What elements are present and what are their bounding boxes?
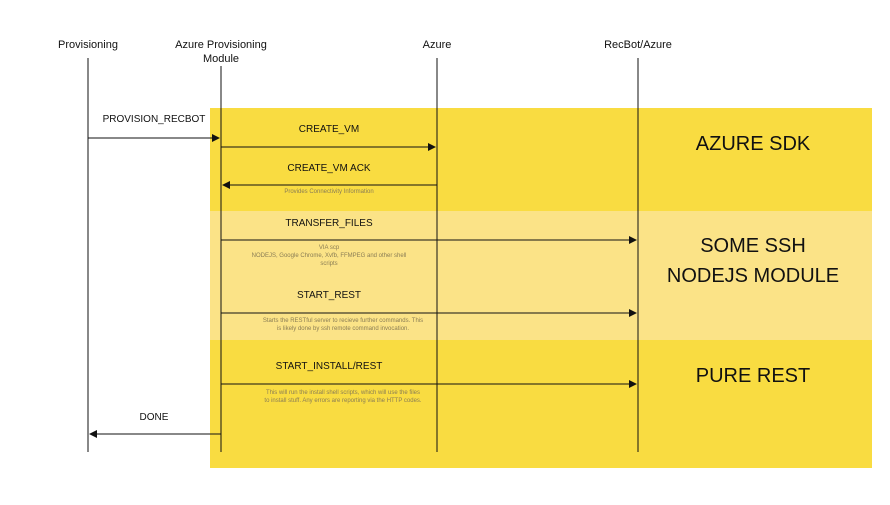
note-start-rest-line-2: is likely done by ssh remote command inv… [276,326,410,332]
label-provision-recbot: PROVISION_RECBOT [102,114,206,125]
note-install-line-2: to install stuff. Any errors are reporti… [264,398,422,404]
participant-recbot-azure: RecBot/Azure [604,39,672,51]
note-start-rest-line-1: Starts the RESTful server to recieve fur… [262,318,424,324]
section-title-nodejs-module: NODEJS MODULE [666,265,840,287]
label-transfer-files: TRANSFER_FILES [285,218,373,229]
label-start-rest: START_REST [296,290,362,301]
section-title-azure-sdk: AZURE SDK [695,133,811,155]
note-create-vm-ack: Provides Connectivity Information [284,189,374,195]
label-done: DONE [139,412,169,423]
note-transfer-line-1: VIA scp [318,245,340,251]
participant-provisioning: Provisioning [58,39,118,51]
label-create-vm-ack: CREATE_VM ACK [287,163,371,174]
participant-azure: Azure [422,39,452,51]
section-title-pure-rest: PURE REST [695,365,811,387]
section-title-some-ssh: SOME SSH [700,235,806,257]
label-create-vm: CREATE_VM [298,124,360,135]
label-start-install-rest: START_INSTALL/REST [275,361,383,372]
note-transfer-line-2: NODEJS, Google Chrome, Xvfb, FFMPEG and … [251,253,407,259]
participant-azure-provisioning-module: Azure Provisioning Module [175,39,267,65]
note-transfer-line-3: scripts [320,261,338,267]
note-install-line-1: This will run the install shell scripts,… [265,390,421,396]
